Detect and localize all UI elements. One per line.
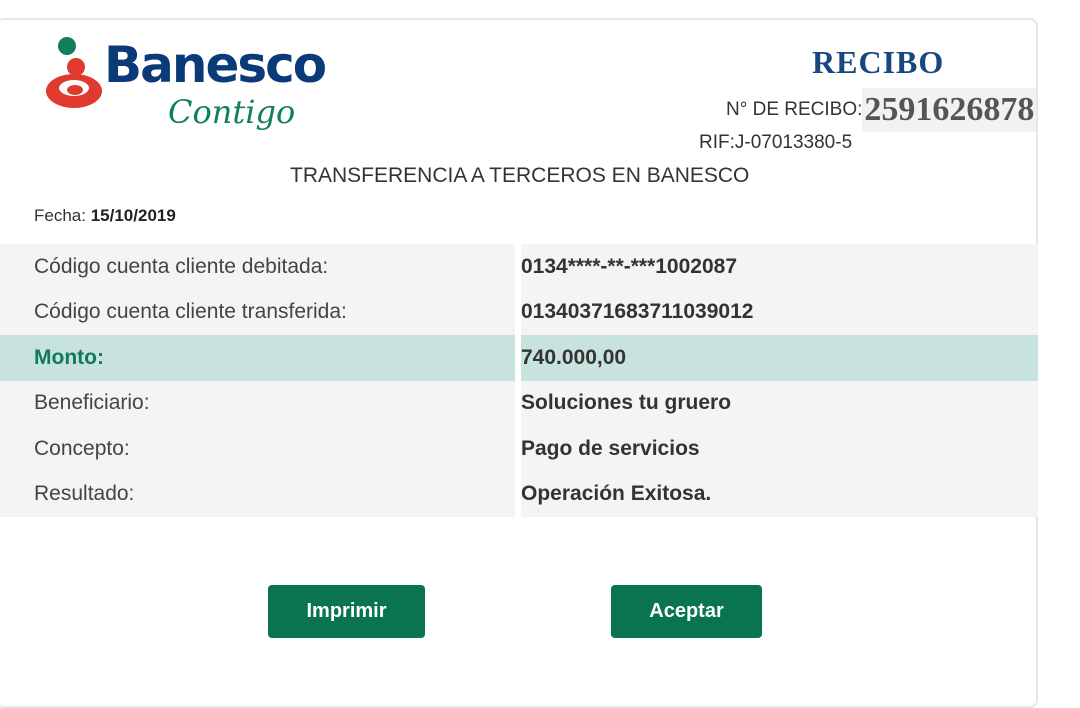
logo-tagline: Contigo [168, 93, 296, 131]
transaction-title: TRANSFERENCIA A TERCEROS EN BANESCO [290, 164, 750, 187]
rif-text: RIF:J-07013380-5 [699, 132, 853, 153]
table-row: Beneficiario: Soluciones tu gruero [0, 380, 1038, 426]
row-value: Pago de servicios [521, 426, 1038, 472]
receipt-title: RECIBO [812, 44, 945, 80]
print-button[interactable]: Imprimir [268, 585, 425, 638]
row-value: Operación Exitosa. [521, 471, 1038, 517]
date-value: 15/10/2019 [90, 206, 176, 225]
row-label: Resultado: [0, 471, 515, 517]
amount-value: 740.000,00 [521, 335, 1038, 381]
row-value: 01340371683711039012 [521, 289, 1038, 335]
date-line: Fecha: 15/10/2019 [34, 206, 176, 226]
row-label: Código cuenta cliente transferida: [0, 289, 515, 335]
row-label: Beneficiario: [0, 380, 515, 426]
table-row: Código cuenta cliente transferida: 01340… [0, 289, 1038, 335]
receipt-number-label: N° DE RECIBO: [726, 99, 863, 120]
banesco-logo: Banesco Contigo [44, 34, 334, 152]
details-table: Código cuenta cliente debitada: 0134****… [0, 244, 1038, 517]
amount-label: Monto: [0, 335, 515, 381]
accept-button[interactable]: Aceptar [611, 585, 762, 638]
row-value: Soluciones tu gruero [521, 380, 1038, 426]
table-row: Resultado: Operación Exitosa. [0, 471, 1038, 517]
date-label: Fecha: [34, 206, 86, 225]
row-value: 0134****-**-***1002087 [521, 244, 1038, 290]
table-row: Código cuenta cliente debitada: 0134****… [0, 244, 1038, 290]
amount-row: Monto: 740.000,00 [0, 335, 1038, 381]
row-label: Concepto: [0, 426, 515, 472]
banesco-people-icon [46, 37, 102, 108]
logo-wordmark: Banesco [104, 36, 327, 94]
receipt-number-row: N° DE RECIBO: 2591626878 [726, 88, 1037, 132]
row-label: Código cuenta cliente debitada: [0, 244, 515, 290]
receipt-number-value: 2591626878 [862, 88, 1037, 132]
table-row: Concepto: Pago de servicios [0, 426, 1038, 472]
